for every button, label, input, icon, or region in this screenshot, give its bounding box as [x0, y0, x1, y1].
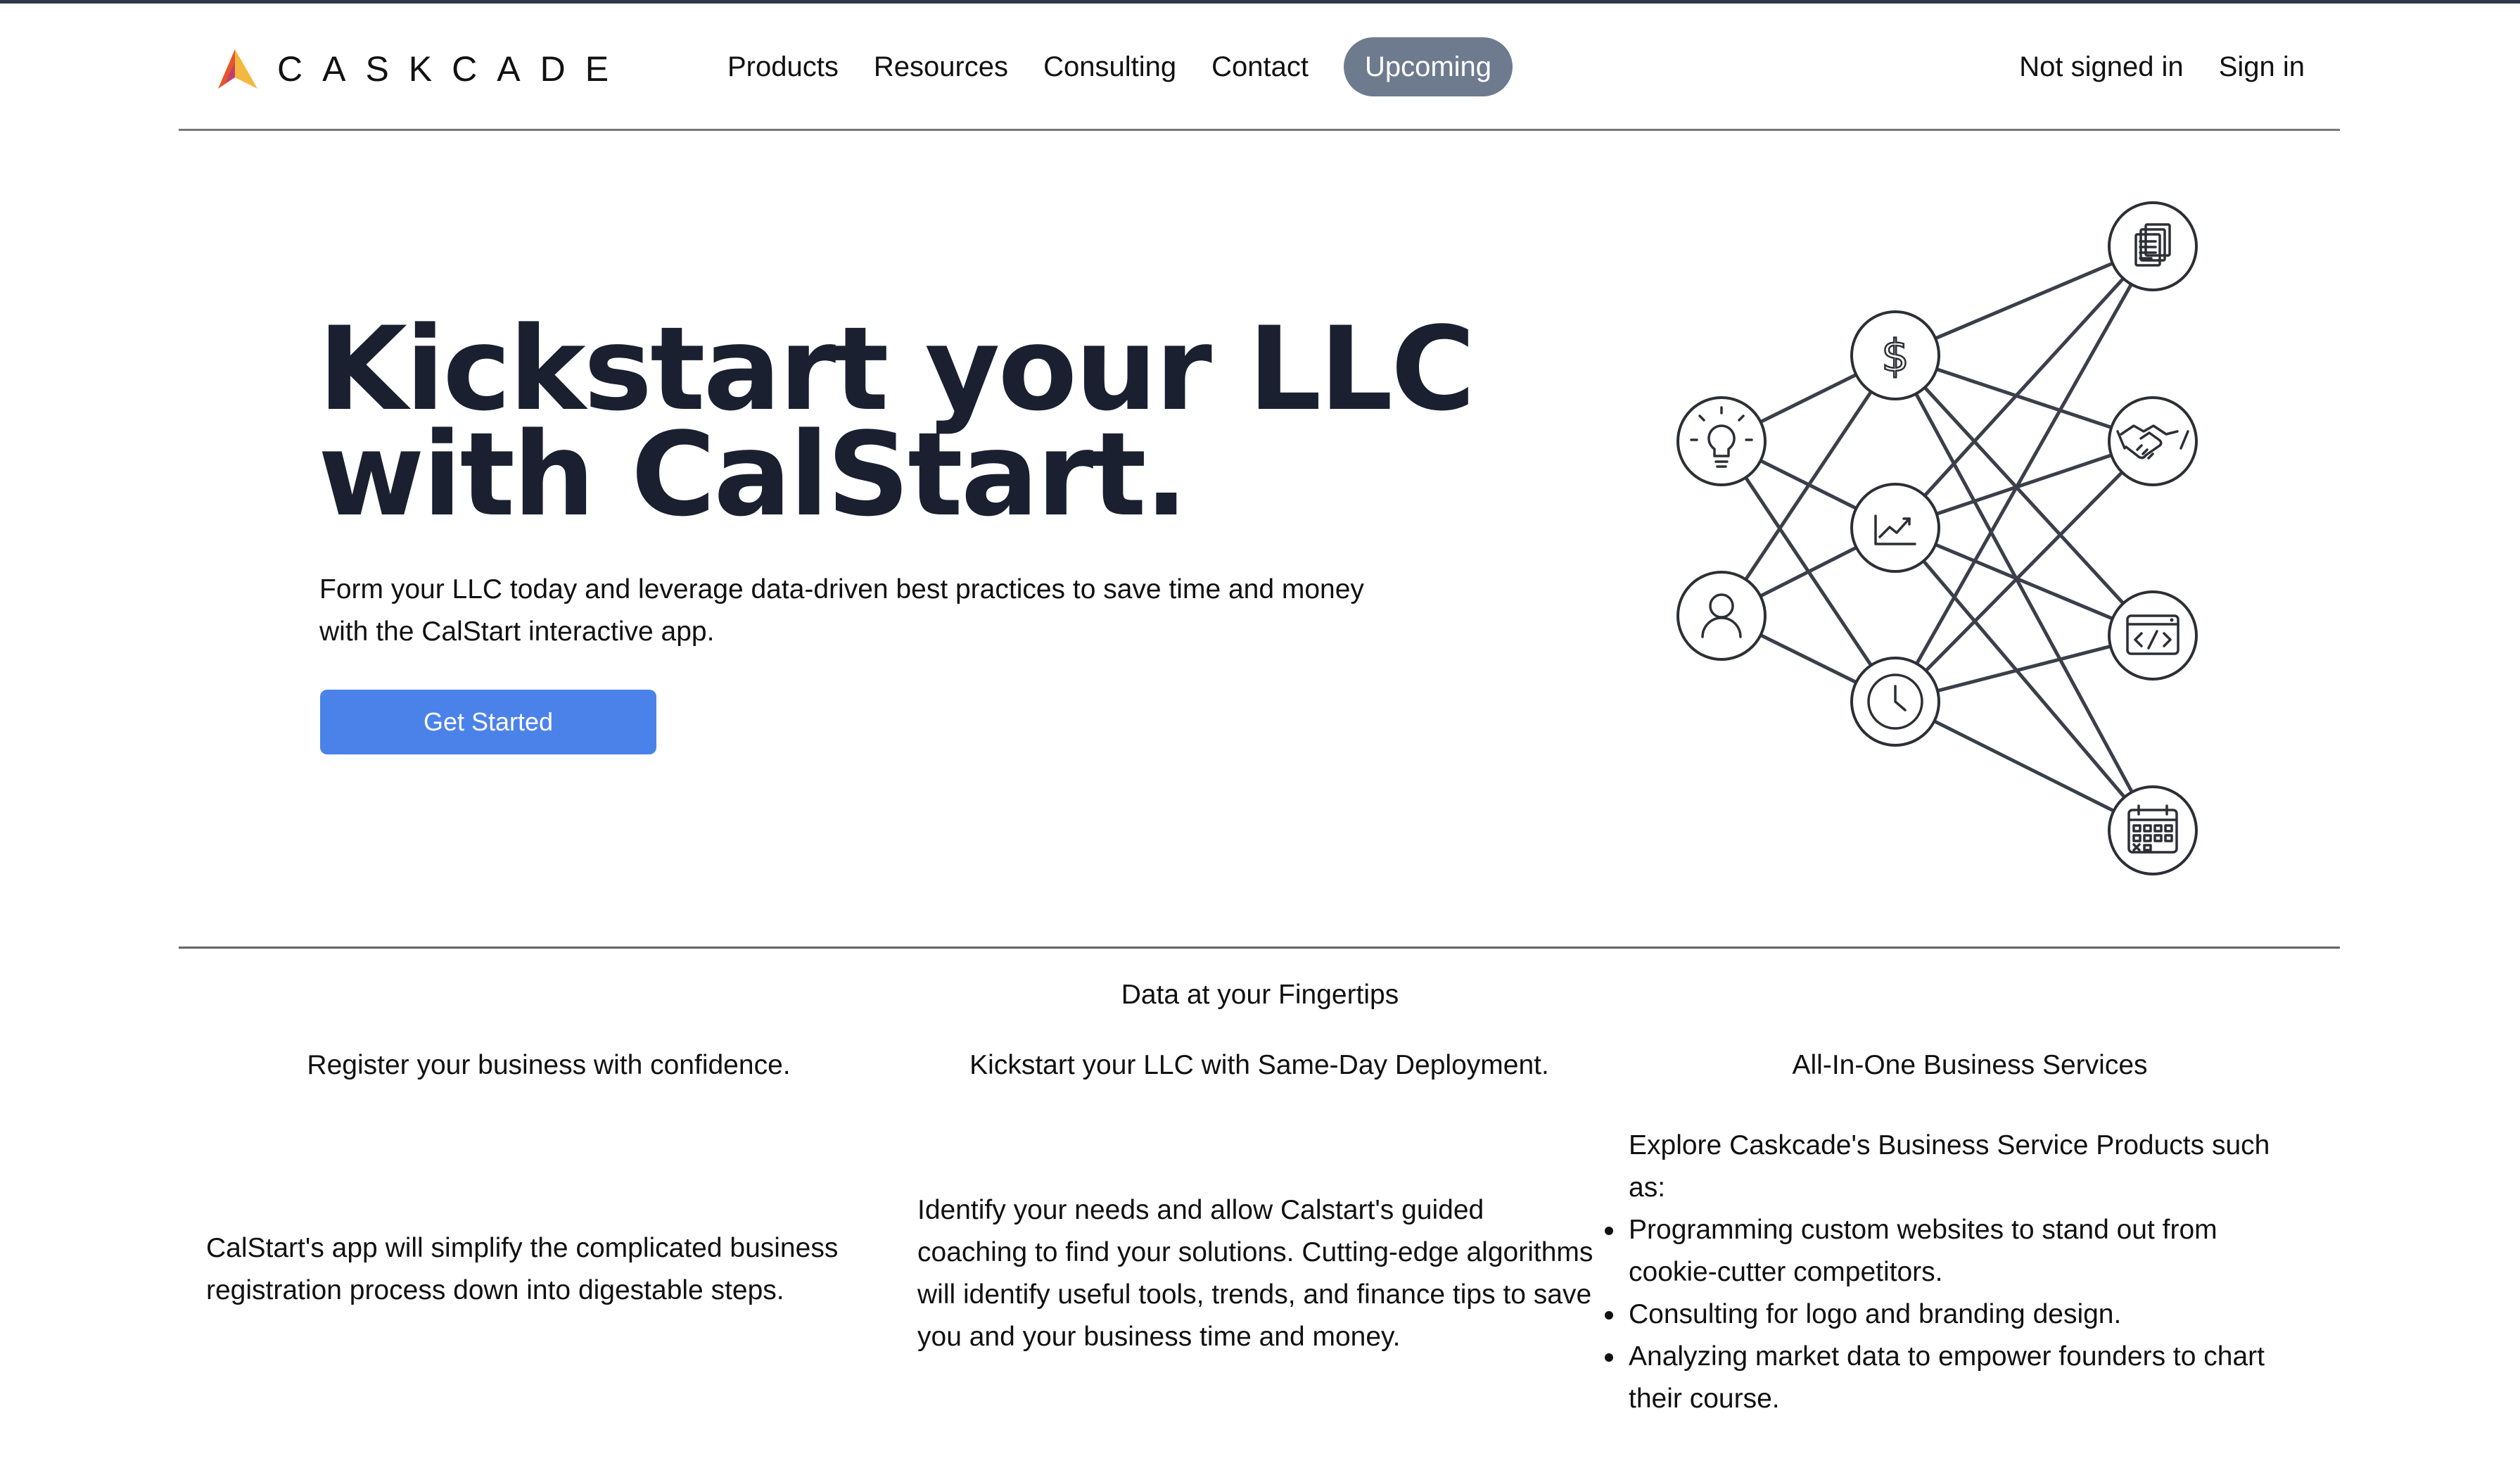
signin-link[interactable]: Sign in — [2219, 37, 2305, 96]
feature-3-list: Programming custom websites to stand out… — [1605, 1209, 2304, 1420]
feature-3-body: Explore Caskcade's Business Service Prod… — [1605, 1125, 2304, 1420]
clock-icon — [1850, 657, 1940, 747]
documents-icon — [2108, 201, 2198, 291]
site-header: CASKCADE Products Resources Consulting C… — [179, 4, 2340, 131]
brand-name: CASKCADE — [277, 49, 629, 89]
feature-3-intro: Explore Caskcade's Business Service Prod… — [1629, 1130, 2270, 1203]
section-divider — [179, 947, 2340, 949]
brand-logo[interactable]: CASKCADE — [215, 44, 628, 94]
nav-contact[interactable]: Contact — [1211, 37, 1309, 96]
hero-title: Kickstart your LLC with CalStart. — [318, 312, 1475, 533]
feature-1-body: CalStart's app will simplify the complic… — [206, 1233, 839, 1305]
code-icon — [2108, 590, 2198, 681]
nav-resources[interactable]: Resources — [874, 37, 1008, 96]
signin-status: Not signed in — [2019, 51, 2184, 82]
auth-area: Not signed in Sign in — [2019, 37, 2305, 96]
dollar-icon: $ — [1850, 310, 1940, 400]
caskcade-logo-icon — [218, 49, 257, 89]
hero-subtitle: Form your LLC today and leverage data-dr… — [319, 574, 1364, 647]
hero-title-line-2: with CalStart. — [318, 407, 1188, 542]
feature-2-title: Kickstart your LLC with Same-Day Deploym… — [969, 1050, 1549, 1080]
user-icon — [1676, 571, 1767, 661]
lightbulb-icon — [1676, 396, 1767, 486]
features-section-title: Data at your Fingertips — [1121, 980, 1399, 1010]
feature-2-body: Identify your needs and allow Calstart's… — [917, 1195, 1593, 1352]
calendar-icon — [2108, 785, 2198, 875]
list-item: Analyzing market data to empower founder… — [1605, 1336, 2304, 1420]
chart-icon — [1850, 483, 1940, 573]
nav-products[interactable]: Products — [727, 37, 839, 96]
nav-consulting[interactable]: Consulting — [1043, 37, 1176, 96]
feature-1-title: Register your business with confidence. — [307, 1050, 791, 1080]
network-illustration: $ — [1676, 201, 2198, 875]
feature-3-title: All-In-One Business Services — [1792, 1050, 2148, 1080]
list-item: Consulting for logo and branding design. — [1605, 1293, 2304, 1336]
nav-upcoming[interactable]: Upcoming — [1343, 37, 1513, 96]
list-item: Programming custom websites to stand out… — [1605, 1209, 2304, 1293]
svg-text:$: $ — [1881, 330, 1909, 381]
handshake-icon — [2108, 396, 2198, 486]
get-started-button[interactable]: Get Started — [320, 690, 656, 754]
main-nav: Products Resources Consulting Contact Up… — [727, 37, 1513, 96]
